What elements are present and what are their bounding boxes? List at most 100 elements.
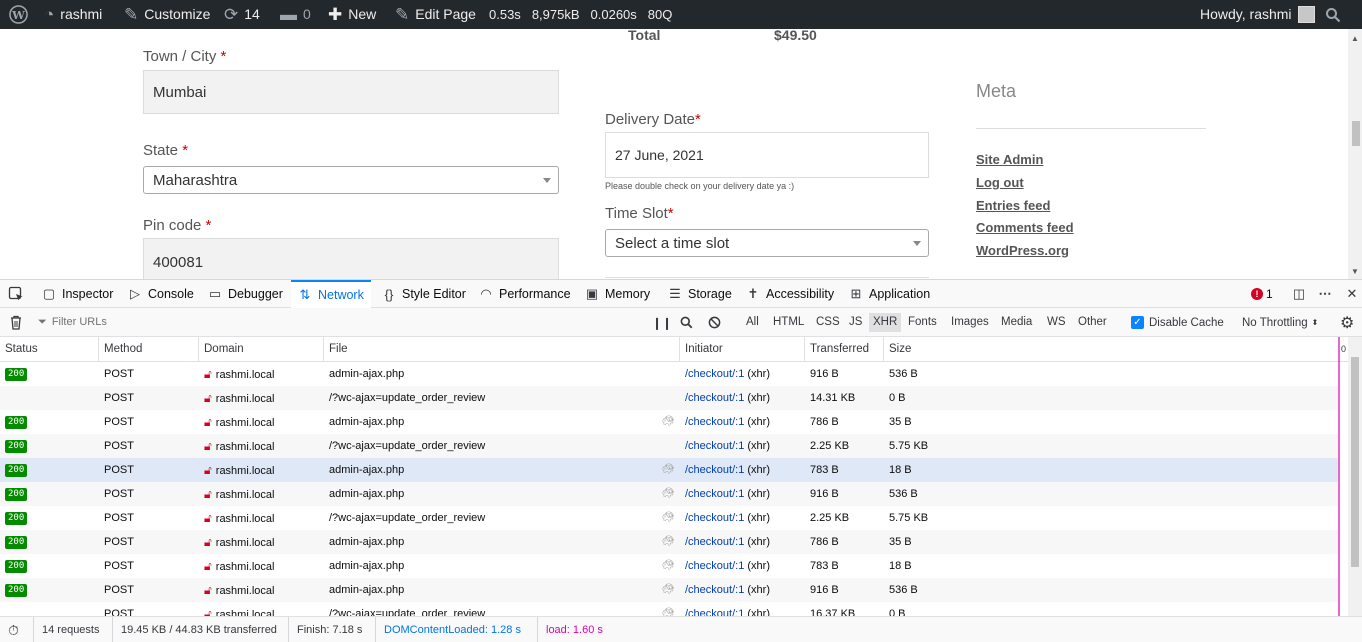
initiator-cell[interactable]: /checkout/:1 (xhr) (680, 434, 805, 458)
column-domain[interactable]: Domain (199, 337, 324, 362)
table-row[interactable]: POST 🔓︎ rashmi.local /?wc-ajax=update_order… (0, 602, 1338, 616)
dock-side-button[interactable]: ◫ (1292, 280, 1306, 308)
table-row[interactable]: 200 POST 🔓︎ rashmi.local /?wc-ajax=update_or… (0, 506, 1338, 530)
time-slot-select[interactable]: Select a time slot (605, 229, 929, 257)
search-requests-button[interactable] (680, 308, 693, 337)
requests-scroll-thumb[interactable] (1351, 357, 1359, 567)
search-toggle[interactable] (1325, 0, 1341, 29)
tab-accessibility[interactable]: ✝ Accessibility (746, 280, 835, 308)
page-scrollbar[interactable]: ▲ ▼ (1348, 29, 1362, 279)
column-method[interactable]: Method (99, 337, 199, 362)
table-row[interactable]: 200 POST 🔓︎ rashmi.local admin-ajax.php 🐢︎ /ch… (0, 482, 1338, 506)
initiator-link[interactable]: /checkout/:1 (685, 416, 744, 428)
initiator-link[interactable]: /checkout/:1 (685, 608, 744, 616)
column-file[interactable]: File (324, 337, 680, 362)
wordpress-logo[interactable]: W (9, 0, 28, 29)
filter-ws[interactable]: WS (1043, 313, 1070, 332)
page-scroll-thumb[interactable] (1352, 121, 1360, 146)
comments-link[interactable]: ▬ 0 (280, 0, 311, 29)
meta-link-comments-feed[interactable]: Comments feed (976, 220, 1074, 235)
column-initiator[interactable]: Initiator (680, 337, 805, 362)
tab-style-editor[interactable]: {} Style Editor (382, 280, 466, 308)
column-transferred[interactable]: Transferred (805, 337, 884, 362)
new-content-menu[interactable]: ✚ New (328, 0, 376, 29)
meta-link-log-out[interactable]: Log out (976, 175, 1024, 190)
column-status[interactable]: Status (0, 337, 99, 362)
tab-debugger[interactable]: ▭ Debugger (208, 280, 283, 308)
table-row[interactable]: 200 POST 🔓︎ rashmi.local /?wc-ajax=update_or… (0, 434, 1338, 458)
initiator-cell[interactable]: /checkout/:1 (xhr) (680, 554, 805, 578)
initiator-cell[interactable]: /checkout/:1 (xhr) (680, 578, 805, 602)
initiator-link[interactable]: /checkout/:1 (685, 488, 744, 500)
table-row[interactable]: POST 🔓︎ rashmi.local /?wc-ajax=update_order… (0, 386, 1338, 410)
initiator-link[interactable]: /checkout/:1 (685, 464, 744, 476)
initiator-cell[interactable]: /checkout/:1 (xhr) (680, 386, 805, 410)
account-menu[interactable]: Howdy, rashmi (1200, 0, 1315, 29)
meta-link-site-admin[interactable]: Site Admin (976, 152, 1043, 167)
disable-cache-checkbox[interactable]: ✓ Disable Cache (1131, 308, 1224, 337)
delivery-date-field[interactable]: 27 June, 2021 (605, 132, 929, 178)
initiator-link[interactable]: /checkout/:1 (685, 368, 744, 380)
table-row[interactable]: 200 POST 🔓︎ rashmi.local admin-ajax.php 🐢︎ /ch… (0, 410, 1338, 434)
tab-network[interactable]: ⇅ Network (291, 280, 371, 308)
filter-urls-input[interactable]: ⏷ Filter URLs (38, 312, 638, 332)
filter-css[interactable]: CSS (812, 313, 844, 332)
initiator-link[interactable]: /checkout/:1 (685, 512, 744, 524)
block-requests-button[interactable] (708, 308, 721, 337)
clear-requests-button[interactable] (9, 308, 23, 337)
query-monitor-stats[interactable]: 0.53s 8,975kB 0.0260s 80Q (489, 0, 672, 29)
tab-application[interactable]: ⊞ Application (849, 280, 931, 308)
meta-link-entries-feed[interactable]: Entries feed (976, 198, 1050, 213)
initiator-link[interactable]: /checkout/:1 (685, 536, 744, 548)
state-select[interactable]: Maharashtra (143, 166, 559, 194)
tab-inspector[interactable]: ▢ Inspector (42, 280, 114, 308)
table-row[interactable]: 200 POST 🔓︎ rashmi.local admin-ajax.php 🐢︎ /ch… (0, 530, 1338, 554)
customize-link[interactable]: ✎ Customize (124, 0, 210, 29)
requests-scrollbar[interactable] (1348, 337, 1362, 616)
pin-field[interactable]: 400081 (143, 238, 559, 279)
filter-images[interactable]: Images (947, 313, 993, 332)
filter-media[interactable]: Media (997, 313, 1036, 332)
town-field[interactable]: Mumbai (143, 70, 559, 114)
throttling-select[interactable]: No Throttling ⬍ (1242, 308, 1318, 337)
table-row[interactable]: 200 POST 🔓︎ rashmi.local admin-ajax.php/chec… (0, 362, 1338, 386)
filter-all[interactable]: All (742, 313, 763, 332)
initiator-cell[interactable]: /checkout/:1 (xhr) (680, 458, 805, 482)
initiator-cell[interactable]: /checkout/:1 (xhr) (680, 410, 805, 434)
scroll-down-icon[interactable]: ▼ (1351, 267, 1359, 276)
stopwatch-icon[interactable]: ⏱ (8, 617, 19, 642)
tab-console[interactable]: ▷ Console (128, 280, 194, 308)
tab-memory[interactable]: ▣ Memory (585, 280, 650, 308)
initiator-cell[interactable]: /checkout/:1 (xhr) (680, 362, 805, 386)
initiator-cell[interactable]: /checkout/:1 (xhr) (680, 482, 805, 506)
scroll-up-icon[interactable]: ▲ (1351, 34, 1359, 43)
tab-performance[interactable]: ◠ Performance (479, 280, 570, 308)
edit-page-link[interactable]: ✎ Edit Page (395, 0, 476, 29)
initiator-link[interactable]: /checkout/:1 (685, 584, 744, 596)
filter-other[interactable]: Other (1074, 313, 1111, 332)
filter-js[interactable]: JS (845, 313, 866, 332)
column-size[interactable]: Size (884, 337, 1338, 362)
filter-fonts[interactable]: Fonts (904, 313, 941, 332)
initiator-link[interactable]: /checkout/:1 (685, 392, 744, 404)
table-row[interactable]: 200 POST 🔓︎ rashmi.local admin-ajax.php 🐢︎ /ch… (0, 458, 1338, 482)
filter-html[interactable]: HTML (769, 313, 808, 332)
updates-link[interactable]: ⟳ 14 (224, 0, 260, 29)
initiator-cell[interactable]: /checkout/:1 (xhr) (680, 530, 805, 554)
initiator-link[interactable]: /checkout/:1 (685, 560, 744, 572)
close-devtools-button[interactable]: ✕ (1345, 280, 1359, 308)
table-row[interactable]: 200 POST 🔓︎ rashmi.local admin-ajax.php 🐢︎ /ch… (0, 554, 1338, 578)
tab-storage[interactable]: ☰ Storage (668, 280, 732, 308)
initiator-cell[interactable]: /checkout/:1 (xhr) (680, 506, 805, 530)
initiator-link[interactable]: /checkout/:1 (685, 440, 744, 452)
more-options-button[interactable]: ⋯ (1318, 280, 1332, 308)
error-count-badge[interactable]: ! 1 (1251, 280, 1273, 308)
initiator-cell[interactable]: /checkout/:1 (xhr) (680, 602, 805, 616)
site-name-menu[interactable]: ◔ rashmi (44, 0, 102, 29)
table-row[interactable]: 200 POST 🔓︎ rashmi.local admin-ajax.php 🐢︎ /ch… (0, 578, 1338, 602)
pause-button[interactable]: ❙❙ (652, 308, 672, 337)
element-picker-button[interactable] (8, 280, 24, 308)
meta-link-wordpress-org[interactable]: WordPress.org (976, 243, 1069, 258)
filter-xhr[interactable]: XHR (869, 313, 902, 332)
network-settings-button[interactable]: ⚙ (1340, 308, 1354, 337)
